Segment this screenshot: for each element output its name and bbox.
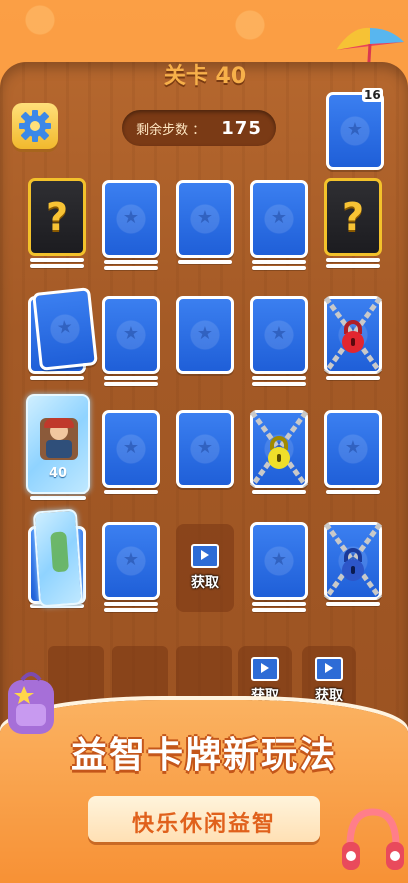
settings-button[interactable]: [12, 103, 58, 149]
acquire-card-button[interactable]: 获取: [176, 524, 234, 612]
steps-value: 175: [221, 117, 262, 139]
character-portrait: [40, 418, 78, 460]
level-title: 关卡 40: [163, 64, 247, 89]
frozen-count: 40: [48, 466, 68, 481]
mystery-symbol: ?: [45, 195, 69, 239]
headphones-icon: [342, 808, 404, 870]
gear-icon: [19, 110, 51, 142]
acquire-label: 获取: [315, 688, 343, 704]
red-lock-icon: [342, 320, 364, 353]
video-ad-icon: [315, 657, 343, 681]
acquire-label: 获取: [191, 575, 219, 591]
promo-headline: 益智卡牌新玩法: [70, 735, 337, 776]
video-ad-icon: [191, 544, 219, 568]
steps-label: 剩余步数 ：: [136, 122, 206, 138]
remaining-steps: 剩余步数 ： 175: [122, 110, 276, 146]
mystery-symbol: ?: [341, 195, 365, 239]
yellow-lock-icon: [268, 436, 290, 469]
promo-subline: 快乐休闲益智: [131, 812, 276, 837]
deck-count: 16: [362, 88, 383, 102]
blue-lock-icon: [342, 548, 364, 581]
video-ad-icon: [251, 657, 279, 681]
draw-deck[interactable]: 16: [324, 88, 386, 172]
